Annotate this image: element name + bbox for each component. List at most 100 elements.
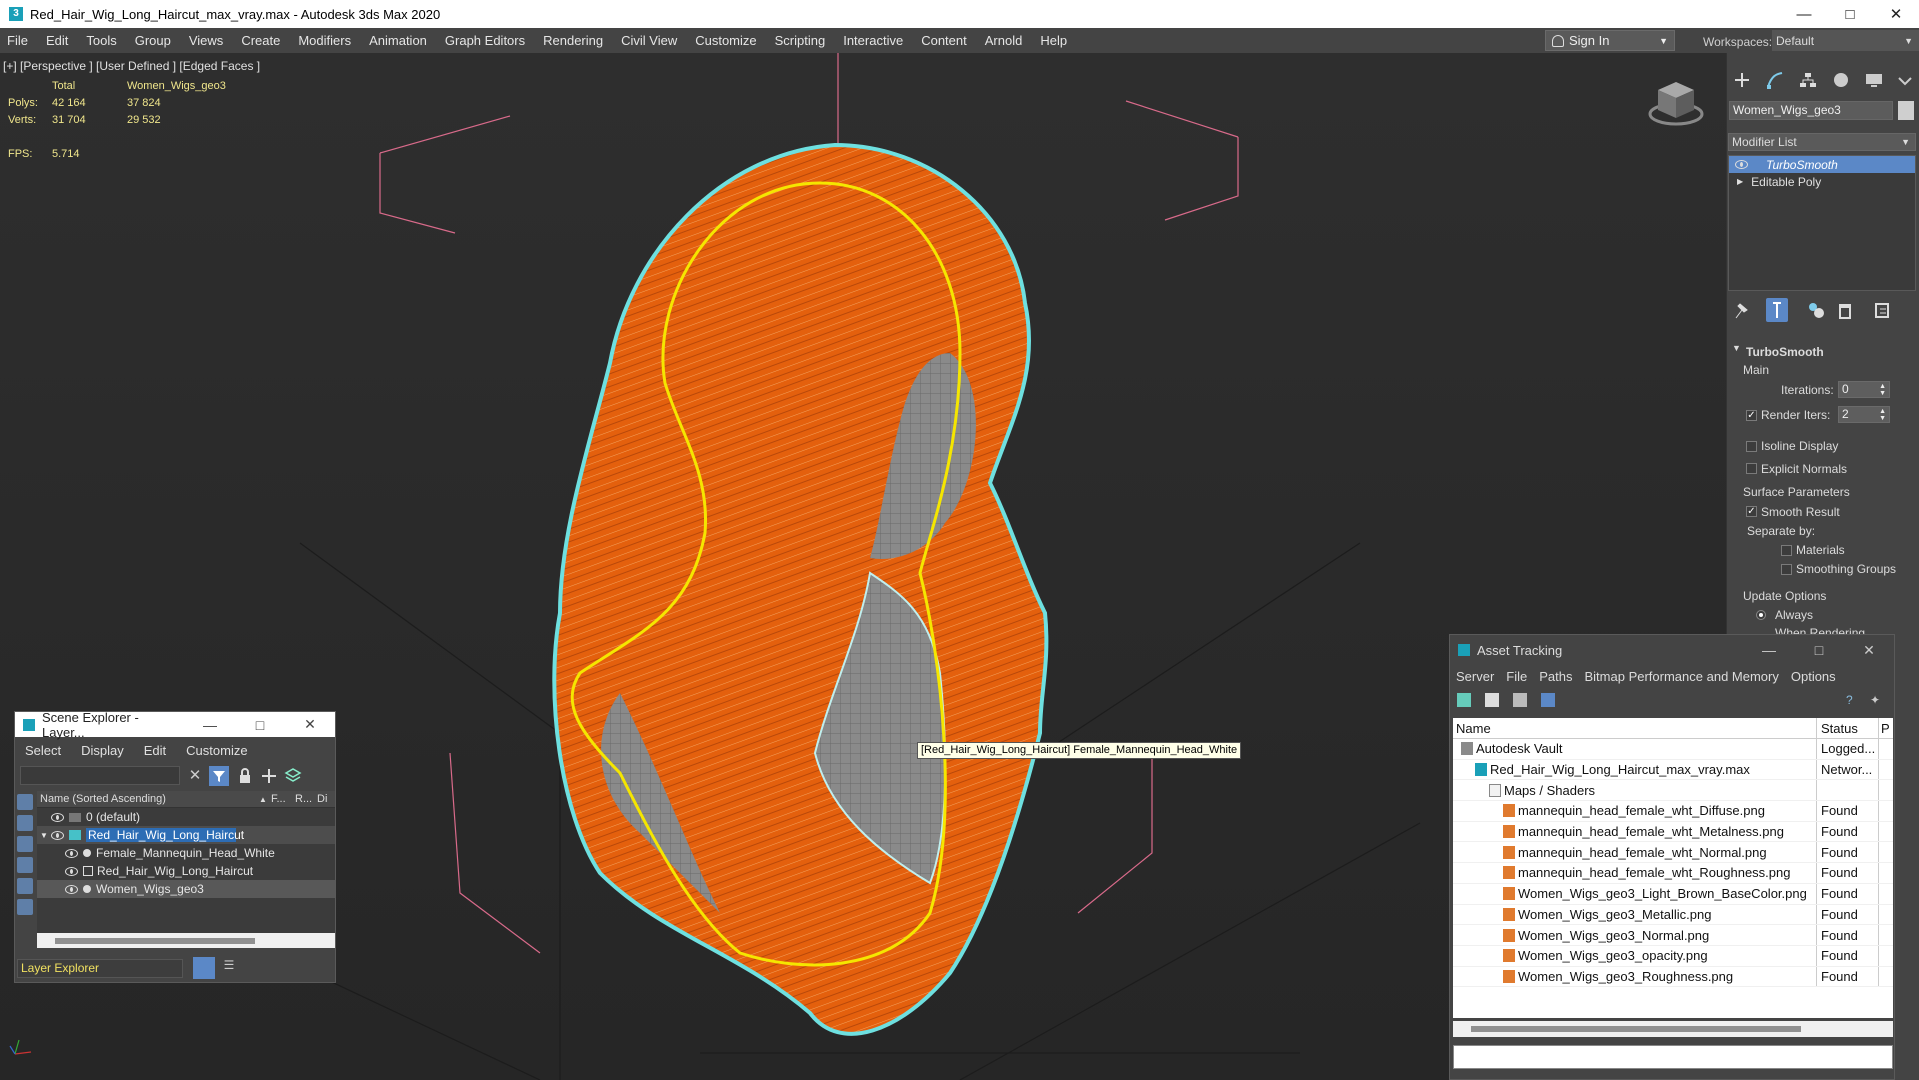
create-tab-icon[interactable] bbox=[1731, 70, 1753, 90]
scene-tree-scrollbar[interactable] bbox=[37, 933, 335, 948]
col-status[interactable]: Status bbox=[1817, 718, 1879, 738]
eye-icon[interactable] bbox=[51, 830, 64, 840]
modify-tab-icon[interactable] bbox=[1764, 70, 1786, 90]
always-radio[interactable] bbox=[1756, 610, 1766, 620]
menu-group[interactable]: Group bbox=[126, 33, 180, 48]
asset-row[interactable]: Red_Hair_Wig_Long_Haircut_max_vray.max Ne… bbox=[1453, 759, 1893, 781]
render-iters-checkbox[interactable]: ✓ bbox=[1746, 410, 1757, 421]
at-menu-paths[interactable]: Paths bbox=[1533, 669, 1578, 684]
menu-customize[interactable]: Customize bbox=[686, 33, 765, 48]
close-icon[interactable]: ✕ bbox=[1873, 5, 1919, 23]
at-menu-options[interactable]: Options bbox=[1785, 669, 1842, 684]
filter-icon[interactable] bbox=[209, 766, 229, 786]
menu-interactive[interactable]: Interactive bbox=[834, 33, 912, 48]
asset-row[interactable]: Women_Wigs_geo3_Normal.png Found bbox=[1453, 925, 1893, 946]
col-frozen[interactable]: F... bbox=[271, 793, 295, 805]
eye-icon[interactable] bbox=[1735, 160, 1748, 169]
lock-icon[interactable] bbox=[235, 766, 255, 786]
stack-item-turbosmooth[interactable]: TurboSmooth bbox=[1729, 156, 1915, 173]
stack-item-editable-poly[interactable]: ▶ Editable Poly bbox=[1729, 173, 1915, 190]
remove-modifier-icon[interactable] bbox=[1834, 298, 1856, 322]
se-menu-select[interactable]: Select bbox=[15, 743, 71, 758]
asset-row[interactable]: Women_Wigs_geo3_opacity.png Found bbox=[1453, 945, 1893, 967]
menu-arnold[interactable]: Arnold bbox=[976, 33, 1032, 48]
se-menu-edit[interactable]: Edit bbox=[134, 743, 176, 758]
isoline-display-checkbox[interactable] bbox=[1746, 441, 1757, 452]
materials-checkbox[interactable] bbox=[1781, 545, 1792, 556]
collapse-arrow-icon[interactable]: ▼ bbox=[37, 831, 51, 840]
at-menu-server[interactable]: Server bbox=[1450, 669, 1500, 684]
asset-row[interactable]: Maps / Shaders bbox=[1453, 780, 1893, 802]
sign-in-dropdown[interactable]: Sign In ▼ bbox=[1545, 30, 1675, 51]
viewcube-icon[interactable] bbox=[1646, 78, 1706, 128]
menu-content[interactable]: Content bbox=[912, 33, 976, 48]
smoothing-groups-checkbox[interactable] bbox=[1781, 564, 1792, 575]
eye-icon[interactable] bbox=[65, 848, 78, 858]
close-icon[interactable]: ✕ bbox=[1844, 642, 1894, 659]
se-menu-customize[interactable]: Customize bbox=[176, 743, 257, 758]
smooth-result-checkbox[interactable]: ✓ bbox=[1746, 506, 1757, 517]
asset-table-scrollbar[interactable] bbox=[1453, 1021, 1893, 1037]
at-menu-file[interactable]: File bbox=[1500, 669, 1533, 684]
at-menu-bitmap-performance[interactable]: Bitmap Performance and Memory bbox=[1579, 669, 1785, 684]
explicit-normals-checkbox[interactable] bbox=[1746, 463, 1757, 474]
hierarchy-tab-icon[interactable] bbox=[1797, 70, 1819, 90]
eye-icon[interactable] bbox=[51, 812, 64, 822]
tree-row-group[interactable]: Red_Hair_Wig_Long_Haircut bbox=[37, 862, 335, 880]
turbosmooth-rollout-title[interactable]: TurboSmooth bbox=[1746, 345, 1824, 359]
list-view-icon[interactable] bbox=[1485, 693, 1499, 707]
utilities-tab-icon[interactable] bbox=[1894, 70, 1916, 90]
scene-explorer-title-bar[interactable]: Scene Explorer - Layer... — □ ✕ bbox=[15, 710, 335, 740]
asset-row[interactable]: mannequin_head_female_wht_Normal.png Foun… bbox=[1453, 842, 1893, 864]
make-unique-icon[interactable] bbox=[1805, 298, 1827, 322]
asset-row[interactable]: mannequin_head_female_wht_Roughness.png F… bbox=[1453, 863, 1893, 884]
layers-toggle-icon[interactable] bbox=[193, 957, 215, 979]
menu-views[interactable]: Views bbox=[180, 33, 232, 48]
spinner-arrows-icon[interactable]: ▲ ▼ bbox=[1879, 408, 1886, 422]
display-geometry-icon[interactable] bbox=[17, 794, 33, 810]
workspace-select[interactable]: Default ▼ bbox=[1772, 30, 1919, 51]
menu-file[interactable]: File bbox=[0, 33, 37, 48]
eye-icon[interactable] bbox=[65, 884, 78, 894]
display-cameras-icon[interactable] bbox=[17, 857, 33, 873]
table-view-icon[interactable] bbox=[1513, 693, 1527, 707]
show-end-result-icon[interactable] bbox=[1766, 298, 1788, 322]
menu-scripting[interactable]: Scripting bbox=[766, 33, 835, 48]
tree-row-object[interactable]: Women_Wigs_geo3 bbox=[37, 880, 335, 898]
maximize-icon[interactable]: □ bbox=[1794, 642, 1844, 658]
col-name[interactable]: Name (Sorted Ascending) bbox=[37, 793, 259, 805]
refresh-icon[interactable] bbox=[1457, 693, 1471, 707]
help-icon[interactable]: ? bbox=[1846, 693, 1860, 707]
minimize-icon[interactable]: — bbox=[1781, 6, 1827, 23]
asset-row[interactable]: Women_Wigs_geo3_Metallic.png Found bbox=[1453, 904, 1893, 926]
menu-tools[interactable]: Tools bbox=[77, 33, 125, 48]
maximize-icon[interactable]: □ bbox=[1827, 6, 1873, 23]
asset-row[interactable]: Women_Wigs_geo3_Light_Brown_BaseColor.pn… bbox=[1453, 883, 1893, 905]
menu-civil-view[interactable]: Civil View bbox=[612, 33, 686, 48]
menu-graph-editors[interactable]: Graph Editors bbox=[436, 33, 534, 48]
expand-arrow-icon[interactable]: ▶ bbox=[1737, 177, 1743, 186]
minimize-icon[interactable]: — bbox=[185, 717, 235, 733]
menu-help[interactable]: Help bbox=[1031, 33, 1076, 48]
grid-view-icon[interactable] bbox=[1541, 693, 1555, 707]
display-helpers-icon[interactable] bbox=[17, 878, 33, 894]
modifier-list-dropdown[interactable]: Modifier List ▼ bbox=[1728, 133, 1916, 151]
object-name-field[interactable]: Women_Wigs_geo3 bbox=[1729, 101, 1893, 120]
maximize-icon[interactable]: □ bbox=[235, 717, 285, 733]
col-name[interactable]: Name bbox=[1453, 718, 1817, 738]
tree-row-layer[interactable]: ▼ Red_Hair_Wig_Long_Haircut bbox=[37, 826, 335, 844]
object-color-swatch[interactable] bbox=[1898, 101, 1914, 120]
menu-modifiers[interactable]: Modifiers bbox=[289, 33, 360, 48]
eye-icon[interactable] bbox=[65, 866, 78, 876]
display-tab-icon[interactable] bbox=[1863, 70, 1885, 90]
display-spacewarps-icon[interactable] bbox=[17, 899, 33, 915]
tree-row-layer[interactable]: 0 (default) bbox=[37, 808, 335, 826]
layers-icon[interactable] bbox=[283, 766, 303, 786]
asset-row[interactable]: mannequin_head_female_wht_Diffuse.png Fou… bbox=[1453, 801, 1893, 822]
minimize-icon[interactable]: — bbox=[1744, 642, 1794, 658]
clear-search-icon[interactable]: ✕ bbox=[185, 766, 205, 786]
col-path[interactable]: P bbox=[1879, 721, 1891, 736]
asset-row[interactable]: Autodesk Vault Logged... bbox=[1453, 739, 1893, 760]
motion-tab-icon[interactable] bbox=[1830, 70, 1852, 90]
iterations-spinner[interactable]: 0 ▲ ▼ bbox=[1838, 381, 1890, 398]
